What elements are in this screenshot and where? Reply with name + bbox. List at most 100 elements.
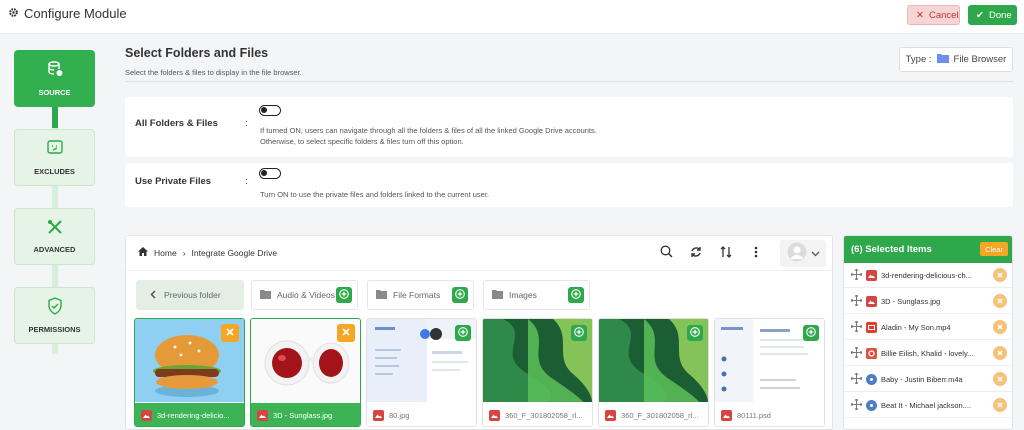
step-excludes[interactable]: EXCLUDES: [14, 129, 95, 186]
section-description: Select the folders & files to display in…: [125, 68, 302, 77]
plus-icon: [458, 326, 468, 340]
drag-handle-icon[interactable]: [850, 346, 863, 360]
remove-item-button[interactable]: [993, 346, 1007, 360]
remove-item-button[interactable]: [993, 320, 1007, 334]
type-label: Type :: [905, 54, 932, 65]
type-value: File Browser: [953, 54, 1007, 65]
selected-item: 3D - Sunglass.jpg: [844, 289, 1012, 314]
option-colon: :: [245, 176, 248, 187]
plus-icon: [574, 326, 584, 340]
previous-folder-label: Previous folder: [164, 290, 221, 300]
plus-icon: [571, 289, 581, 301]
plus-icon: [455, 289, 465, 301]
type-selector[interactable]: Type : File Browser: [899, 47, 1013, 72]
folder-item[interactable]: File Formats: [367, 280, 474, 310]
file-card[interactable]: 3D - Sunglass.jpg: [250, 318, 361, 427]
file-card[interactable]: 80111.psd: [714, 318, 825, 427]
file-caption: 3d-rendering-delicio...: [135, 403, 244, 426]
image-icon: [866, 295, 877, 307]
help-line-1: If turned ON, users can navigate through…: [260, 126, 597, 135]
selected-item-name: Aladin - My Son.mp4: [881, 322, 951, 332]
folder-icon: [376, 289, 387, 301]
image-icon: [373, 409, 384, 421]
search-button[interactable]: [654, 241, 678, 265]
audio-icon: [866, 347, 877, 359]
chevron-down-icon: [811, 248, 820, 260]
deselect-button[interactable]: [221, 324, 239, 342]
previous-folder-button[interactable]: Previous folder: [136, 280, 244, 310]
drag-handle-icon[interactable]: [850, 320, 863, 334]
database-icon: [46, 60, 64, 80]
breadcrumb-home[interactable]: Home: [154, 248, 177, 258]
folder-icon: [260, 289, 271, 301]
step-source[interactable]: SOURCE: [14, 50, 95, 107]
selected-items-title: (6) Selected Items: [851, 244, 932, 255]
done-button[interactable]: ✔ Done: [968, 5, 1017, 25]
file-card[interactable]: 360_F_301802058_rl...: [482, 318, 593, 427]
add-folder-button[interactable]: [568, 287, 584, 303]
drag-handle-icon[interactable]: [850, 372, 863, 386]
drag-handle-icon[interactable]: [850, 398, 863, 412]
breadcrumb: Home › Integrate Google Drive: [138, 247, 277, 258]
help-line-2: Otherwise, to select specific folders & …: [260, 137, 464, 146]
deselect-button[interactable]: [337, 324, 355, 342]
sort-button[interactable]: [714, 241, 738, 265]
file-card[interactable]: 80.jpg: [366, 318, 477, 427]
audio-icon: [866, 373, 877, 385]
close-icon: ✕: [916, 9, 924, 21]
step-advanced-label: ADVANCED: [33, 245, 76, 254]
folder-item[interactable]: Audio & Videos: [251, 280, 358, 310]
refresh-button[interactable]: [684, 241, 708, 265]
folder-icon: [936, 53, 949, 66]
private-files-toggle[interactable]: [259, 168, 281, 179]
remove-item-button[interactable]: [993, 294, 1007, 308]
step-excludes-label: EXCLUDES: [34, 167, 75, 176]
select-file-button[interactable]: [455, 325, 471, 341]
option-private-files: Use Private Files : Turn ON to use the p…: [125, 163, 1013, 207]
selected-item-name: Billie Eilish, Khalid - lovely...: [881, 348, 974, 358]
steps-sidebar: SOURCE EXCLUDES ADVANCED PERMISSIONS: [0, 34, 110, 430]
more-options-button[interactable]: [744, 241, 768, 265]
add-folder-button[interactable]: [452, 287, 468, 303]
folder-item[interactable]: Images: [483, 280, 590, 310]
drag-handle-icon[interactable]: [850, 268, 863, 282]
option-all-folders-label: All Folders & Files: [135, 118, 218, 129]
selected-item: 3d-rendering-delicious-ch...: [844, 263, 1012, 288]
selected-item-name: 3D - Sunglass.jpg: [881, 296, 941, 306]
remove-item-button[interactable]: [993, 268, 1007, 282]
selected-item: Baby - Justin Biberr.m4a: [844, 367, 1012, 392]
add-folder-button[interactable]: [336, 287, 352, 303]
file-name: 360_F_301802058_rl...: [621, 410, 699, 420]
file-browser: Home › Integrate Google Drive Previous f…: [125, 235, 833, 430]
step-permissions[interactable]: PERMISSIONS: [14, 287, 95, 344]
close-icon: [342, 327, 350, 339]
selected-items-header: (6) Selected Items Clear: [844, 236, 1012, 263]
clear-button[interactable]: Clear: [980, 242, 1008, 256]
check-icon: ✔: [976, 9, 984, 21]
select-file-button[interactable]: [803, 325, 819, 341]
cancel-label: Cancel: [928, 9, 959, 21]
file-card[interactable]: 360_F_301802058_rl...: [598, 318, 709, 427]
remove-item-button[interactable]: [993, 372, 1007, 386]
account-menu[interactable]: [780, 240, 826, 267]
breadcrumb-current[interactable]: Integrate Google Drive: [192, 248, 278, 258]
selected-item-name: Baby - Justin Biberr.m4a: [881, 374, 963, 384]
select-file-button[interactable]: [687, 325, 703, 341]
file-name: 80111.psd: [737, 410, 771, 420]
step-advanced[interactable]: ADVANCED: [14, 208, 95, 265]
file-name: 3D - Sunglass.jpg: [273, 410, 333, 420]
file-caption: 80111.psd: [715, 403, 824, 426]
page-title: Configure Module: [8, 6, 127, 21]
select-file-button[interactable]: [571, 325, 587, 341]
file-card[interactable]: 3d-rendering-delicio...: [134, 318, 245, 427]
all-folders-toggle[interactable]: [259, 105, 281, 116]
cancel-button[interactable]: ✕ Cancel: [907, 5, 960, 25]
drag-handle-icon[interactable]: [850, 294, 863, 308]
remove-item-button[interactable]: [993, 398, 1007, 412]
video-icon: [866, 321, 877, 333]
file-caption: 3D - Sunglass.jpg: [251, 403, 360, 426]
option-all-folders: All Folders & Files : If turned ON, user…: [125, 97, 1013, 157]
audio-icon: [866, 399, 877, 411]
image-icon: [605, 409, 616, 421]
option-colon: :: [245, 118, 248, 129]
